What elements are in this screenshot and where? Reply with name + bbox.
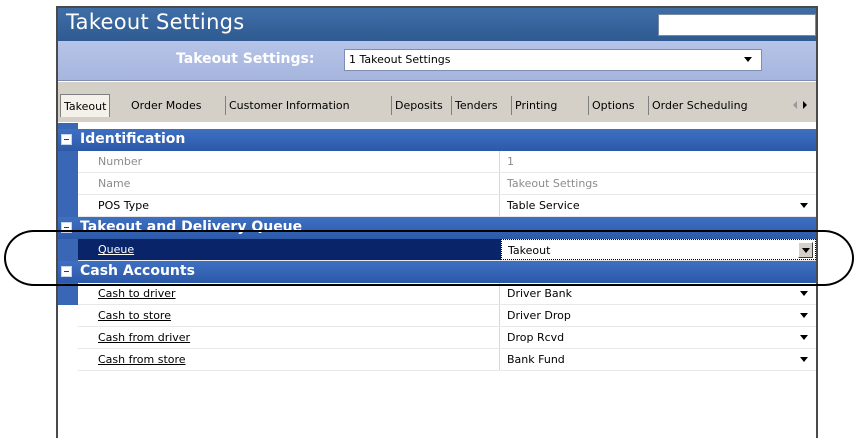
tab-scroll-left-icon[interactable] [793, 101, 797, 109]
collapse-icon[interactable] [61, 134, 72, 145]
property-label: Cash from store [78, 349, 500, 370]
property-label: Name [78, 173, 500, 194]
dropdown-button-icon[interactable] [798, 242, 813, 258]
property-row-number: Number 1 [78, 151, 816, 173]
cash-to-store-link[interactable]: Cash to store [98, 309, 171, 322]
cash-to-driver-dropdown[interactable]: Driver Bank [501, 283, 816, 304]
record-selector-label: Takeout Settings: [176, 51, 315, 67]
title-bar: Takeout Settings [58, 8, 816, 41]
property-row-pos-type[interactable]: POS Type Table Service [78, 195, 816, 217]
section-title: Cash Accounts [80, 263, 195, 279]
property-row-cash-from-driver[interactable]: Cash from driver Drop Rcvd [78, 327, 816, 349]
section-takeout-delivery-queue: Takeout and Delivery Queue [58, 217, 816, 239]
tab-customer-information[interactable]: Customer Information [225, 96, 353, 115]
property-label: Cash to store [78, 305, 500, 326]
chevron-down-icon[interactable] [800, 313, 808, 318]
collapse-icon[interactable] [61, 266, 72, 277]
cash-to-driver-link[interactable]: Cash to driver [98, 287, 176, 300]
section-title: Identification [80, 131, 186, 147]
tab-takeout[interactable]: Takeout [60, 94, 111, 117]
cash-from-driver-link[interactable]: Cash from driver [98, 331, 190, 344]
property-label: Queue [78, 239, 500, 260]
queue-link[interactable]: Queue [98, 243, 134, 256]
tab-order-scheduling[interactable]: Order Scheduling [648, 96, 751, 115]
queue-dropdown[interactable]: Takeout [501, 239, 816, 260]
property-label: Number [78, 151, 500, 172]
cash-from-store-dropdown[interactable]: Bank Fund [501, 349, 816, 370]
cash-from-driver-dropdown[interactable]: Drop Rcvd [501, 327, 816, 348]
section-title: Takeout and Delivery Queue [80, 219, 303, 235]
chevron-down-icon[interactable] [800, 291, 808, 296]
chevron-down-icon[interactable] [800, 335, 808, 340]
property-row-queue[interactable]: Queue Takeout [78, 239, 816, 261]
section-identification: Identification [58, 129, 816, 151]
chevron-down-icon[interactable] [744, 57, 752, 62]
record-selector-bar: Takeout Settings: 1 Takeout Settings [58, 41, 816, 81]
tab-tenders[interactable]: Tenders [451, 96, 501, 115]
title-search-box[interactable] [658, 14, 816, 36]
property-label: Cash to driver [78, 283, 500, 304]
record-selector-value: 1 Takeout Settings [349, 53, 451, 66]
tab-printing[interactable]: Printing [511, 96, 560, 115]
property-row-cash-to-store[interactable]: Cash to store Driver Drop [78, 305, 816, 327]
pos-type-dropdown[interactable]: Table Service [501, 195, 816, 216]
property-row-cash-from-store[interactable]: Cash from store Bank Fund [78, 349, 816, 371]
property-row-name: Name Takeout Settings [78, 173, 816, 195]
property-value: 1 [507, 155, 514, 168]
takeout-settings-window: Takeout Settings Takeout Settings: 1 Tak… [56, 6, 818, 438]
tab-deposits[interactable]: Deposits [391, 96, 446, 115]
section-cash-accounts: Cash Accounts [58, 261, 816, 283]
tab-order-modes[interactable]: Order Modes [128, 96, 204, 115]
record-selector-dropdown[interactable]: 1 Takeout Settings [344, 49, 762, 71]
property-row-cash-to-driver[interactable]: Cash to driver Driver Bank [78, 283, 816, 305]
queue-value: Takeout [508, 244, 551, 257]
property-grid: Identification Number 1 Name Takeout Set… [58, 123, 816, 438]
tab-options[interactable]: Options [588, 96, 637, 115]
cash-to-store-dropdown[interactable]: Driver Drop [501, 305, 816, 326]
chevron-down-icon[interactable] [800, 357, 808, 362]
collapse-icon[interactable] [61, 222, 72, 233]
property-label: Cash from driver [78, 327, 500, 348]
cash-from-store-link[interactable]: Cash from store [98, 353, 186, 366]
tab-scroll-right-icon[interactable] [803, 101, 807, 109]
property-label: POS Type [78, 195, 500, 216]
tab-strip: Takeout Order Modes Customer Information… [58, 82, 816, 122]
window-title: Takeout Settings [66, 10, 245, 34]
property-value: Takeout Settings [507, 177, 599, 190]
chevron-down-icon[interactable] [800, 203, 808, 208]
